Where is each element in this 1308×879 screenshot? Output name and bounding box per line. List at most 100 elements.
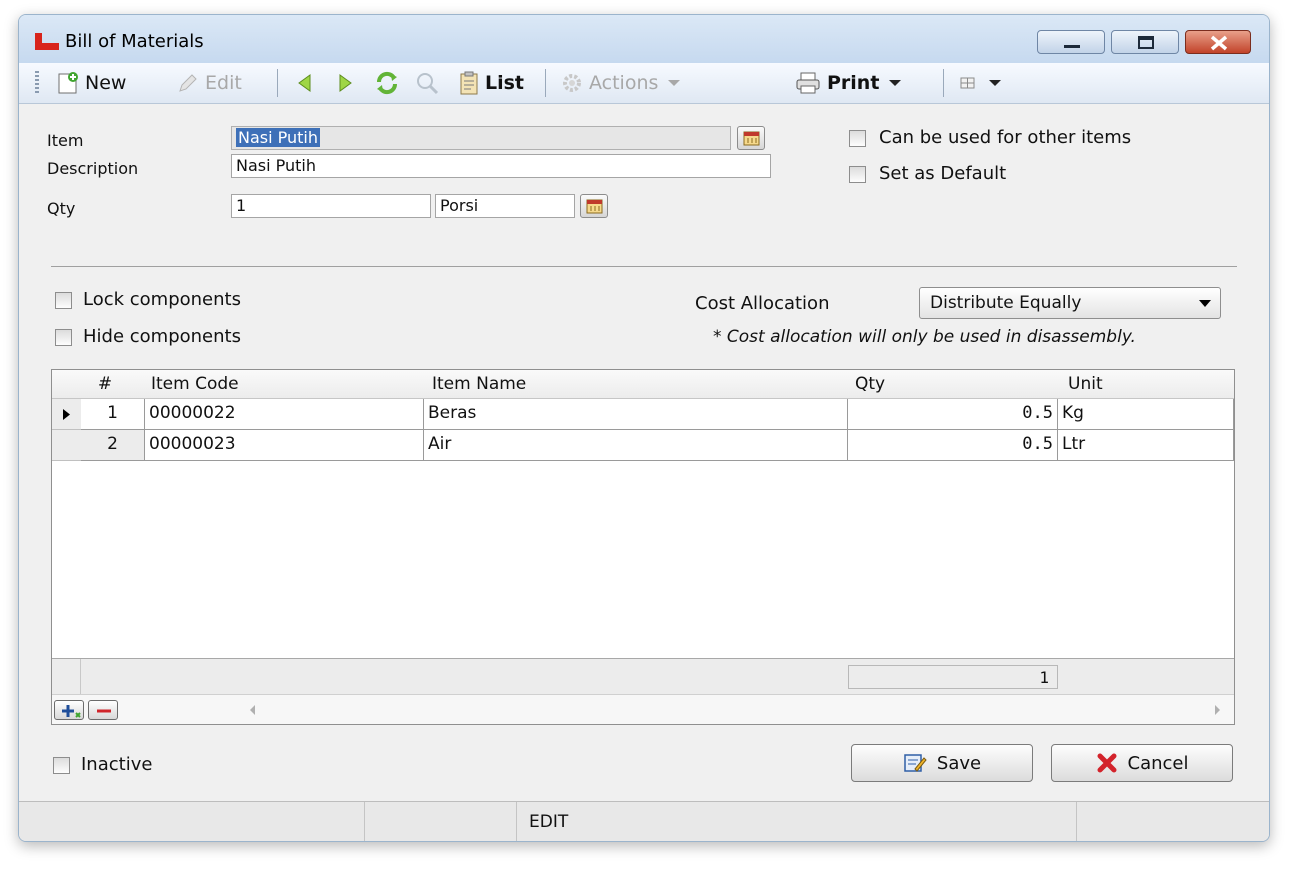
item-lookup-button[interactable]	[737, 126, 765, 150]
save-icon	[904, 754, 927, 772]
footer-count: 1	[848, 665, 1058, 689]
column-header-qty[interactable]: Qty	[855, 370, 1055, 399]
search-button[interactable]	[415, 63, 445, 103]
set-default-checkbox[interactable]	[849, 166, 866, 183]
minimize-button[interactable]	[1037, 30, 1105, 54]
cell-item-code[interactable]: 00000023	[145, 430, 424, 461]
unit-field[interactable]: Porsi	[435, 194, 575, 218]
add-row-button[interactable]	[54, 700, 84, 720]
close-button[interactable]	[1185, 30, 1251, 54]
new-label: New	[85, 72, 127, 94]
chevron-down-icon	[989, 80, 1001, 86]
actions-menu-button[interactable]: Actions	[561, 63, 688, 103]
search-icon	[417, 73, 439, 95]
next-record-button[interactable]	[335, 63, 361, 103]
cost-allocation-value: Distribute Equally	[930, 293, 1082, 313]
delete-row-button[interactable]	[88, 700, 118, 720]
grid-footer: 1	[52, 658, 1234, 695]
column-header-no[interactable]: #	[85, 370, 125, 399]
calendar-lookup-icon	[743, 131, 760, 146]
maximize-icon	[1138, 36, 1154, 49]
cell-qty[interactable]: 0.5	[848, 399, 1058, 430]
item-value: Nasi Putih	[236, 128, 321, 147]
status-panel	[19, 802, 365, 841]
description-label: Description	[47, 159, 139, 178]
inactive-label: Inactive	[81, 754, 153, 775]
row-indicator[interactable]	[52, 399, 81, 430]
arrow-left-icon	[298, 74, 311, 92]
hide-components-checkbox[interactable]	[55, 329, 72, 346]
new-button[interactable]: New	[57, 63, 126, 103]
column-header-item-name[interactable]: Item Name	[432, 370, 732, 399]
maximize-button[interactable]	[1111, 30, 1179, 54]
bill-of-materials-window: Bill of Materials New Edit List Actions …	[18, 14, 1270, 842]
minus-icon	[97, 709, 111, 713]
qty-label: Qty	[47, 199, 76, 218]
cost-allocation-select[interactable]: Distribute Equally	[919, 287, 1221, 319]
chevron-down-icon	[889, 80, 902, 86]
inactive-checkbox[interactable]	[53, 757, 70, 774]
cell-item-name[interactable]: Beras	[424, 399, 848, 430]
new-document-icon	[58, 72, 78, 94]
clipboard-list-icon	[460, 71, 478, 95]
can-be-used-checkbox[interactable]	[849, 130, 866, 147]
layout-menu-button[interactable]	[959, 63, 1009, 103]
horizontal-scrollbar[interactable]	[52, 694, 1234, 724]
save-button[interactable]: Save	[851, 744, 1033, 782]
cell-no[interactable]: 1	[81, 399, 145, 430]
actions-label: Actions	[589, 72, 659, 94]
cell-unit[interactable]: Ltr	[1058, 430, 1234, 461]
cell-no[interactable]: 2	[81, 430, 145, 461]
edit-button[interactable]: Edit	[177, 63, 242, 103]
status-panel	[365, 802, 517, 841]
list-button[interactable]: List	[459, 63, 524, 103]
gear-icon	[563, 74, 581, 92]
cell-qty[interactable]: 0.5	[848, 430, 1058, 461]
item-field[interactable]: Nasi Putih	[231, 126, 731, 150]
cancel-x-icon	[1097, 753, 1116, 773]
title-bar: Bill of Materials	[19, 15, 1269, 63]
divider	[51, 266, 1237, 267]
refresh-button[interactable]	[375, 63, 405, 103]
cell-item-code[interactable]: 00000022	[145, 399, 424, 430]
status-mode-text: EDIT	[529, 812, 569, 832]
add-row-icon	[62, 705, 81, 718]
refresh-icon	[376, 71, 398, 95]
scroll-left-icon[interactable]	[248, 704, 258, 716]
current-row-arrow-icon	[63, 409, 70, 420]
list-label: List	[485, 72, 525, 94]
toolbar-grip[interactable]	[35, 71, 39, 95]
scroll-right-icon[interactable]	[1212, 704, 1222, 716]
edit-pencil-icon	[179, 74, 197, 92]
unit-lookup-button[interactable]	[580, 194, 608, 218]
cancel-label: Cancel	[1127, 752, 1189, 774]
toolbar-separator	[943, 69, 944, 97]
column-header-item-code[interactable]: Item Code	[151, 370, 401, 399]
lock-components-label: Lock components	[83, 289, 241, 310]
description-field[interactable]: Nasi Putih	[231, 154, 771, 178]
toolbar-separator	[545, 69, 546, 97]
cancel-button[interactable]: Cancel	[1051, 744, 1233, 782]
save-label: Save	[936, 752, 982, 774]
cell-unit[interactable]: Kg	[1058, 399, 1234, 430]
item-label: Item	[47, 131, 84, 150]
dropdown-arrow-icon	[1199, 300, 1211, 307]
cell-item-name[interactable]: Air	[424, 430, 848, 461]
lock-components-checkbox[interactable]	[55, 292, 72, 309]
row-indicator[interactable]	[52, 430, 81, 461]
previous-record-button[interactable]	[295, 63, 321, 103]
column-header-unit[interactable]: Unit	[1068, 370, 1208, 399]
toolbar-separator	[277, 69, 278, 97]
status-mode: EDIT	[517, 802, 1077, 841]
hide-components-label: Hide components	[83, 326, 241, 347]
qty-field[interactable]: 1	[231, 194, 431, 218]
printer-icon	[796, 72, 820, 94]
grid-layout-icon	[960, 77, 975, 89]
calendar-lookup-icon	[586, 199, 603, 214]
set-default-label: Set as Default	[879, 163, 1007, 184]
components-grid: # Item Code Item Name Qty Unit 1 0000002…	[51, 369, 1235, 725]
print-menu-button[interactable]: Print	[795, 63, 909, 103]
qty-value: 1	[236, 196, 247, 215]
cost-allocation-note: * Cost allocation will only be used in d…	[713, 327, 1136, 347]
arrow-right-icon	[339, 74, 352, 92]
